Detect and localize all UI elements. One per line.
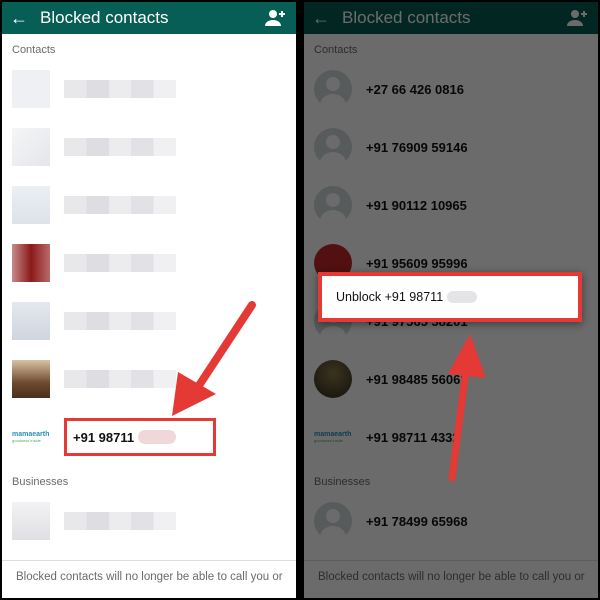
default-avatar-icon bbox=[314, 186, 352, 224]
blurred-contact-name bbox=[64, 196, 176, 214]
contact-number: +91 98485 56062 bbox=[366, 371, 468, 387]
unblock-menu-item[interactable]: Unblock +91 98711 bbox=[318, 272, 582, 322]
screen-title: Blocked contacts bbox=[342, 8, 471, 27]
unblock-label: Unblock +91 98711 bbox=[336, 290, 444, 304]
app-bar: ← Blocked contacts bbox=[304, 2, 598, 34]
default-avatar-icon bbox=[314, 70, 352, 108]
contact-number: +91 98711 4332 bbox=[366, 429, 460, 445]
default-avatar-icon bbox=[314, 128, 352, 166]
contact-number: +27 66 426 0816 bbox=[366, 81, 464, 97]
default-avatar-icon bbox=[314, 502, 352, 540]
add-contact-icon[interactable] bbox=[264, 8, 288, 28]
blurred-contact-name bbox=[64, 80, 176, 98]
blurred-avatar bbox=[12, 70, 50, 108]
contact-number: +91 98711 bbox=[73, 429, 135, 445]
contact-number: +91 95609 95996 bbox=[366, 255, 468, 271]
right-screen: ← Blocked contacts Contacts +27 66 426 0… bbox=[302, 0, 600, 600]
blurred-avatar bbox=[12, 244, 50, 282]
blurred-avatar bbox=[12, 502, 50, 540]
businesses-section-header: Businesses bbox=[12, 476, 69, 488]
blocked-contact-row[interactable]: +91 76909 59146 bbox=[304, 118, 598, 176]
logo-brand-name: mamaearth bbox=[12, 431, 50, 438]
blocked-business-row[interactable] bbox=[2, 492, 296, 550]
blocked-contact-row[interactable] bbox=[2, 118, 296, 176]
blurred-contact-name bbox=[64, 512, 176, 530]
add-contact-icon[interactable] bbox=[566, 8, 590, 28]
footer-note: Blocked contacts will no longer be able … bbox=[2, 560, 296, 598]
screen-title: Blocked contacts bbox=[40, 8, 169, 27]
blurred-contact-name bbox=[64, 254, 176, 272]
app-bar: ← Blocked contacts bbox=[2, 2, 296, 34]
blocked-contact-row[interactable]: +91 98485 56062 bbox=[304, 350, 598, 408]
redacted-digits bbox=[138, 430, 177, 444]
logo-brand-name: mamaearth bbox=[314, 431, 352, 438]
blurred-avatar bbox=[12, 186, 50, 224]
businesses-section-header: Businesses bbox=[314, 476, 371, 488]
contacts-section-header: Contacts bbox=[314, 44, 358, 56]
blurred-contact-name bbox=[64, 370, 176, 388]
contact-number: +91 78499 65968 bbox=[366, 513, 468, 529]
blurred-contact-name bbox=[64, 138, 176, 156]
blocked-contact-row[interactable] bbox=[2, 350, 296, 408]
contact-number: +91 90112 10965 bbox=[366, 197, 467, 213]
blocked-contact-row[interactable]: +27 66 426 0816 bbox=[304, 60, 598, 118]
highlighted-contact-row[interactable]: mamaearth goodness inside +91 98711 bbox=[2, 408, 296, 466]
blocked-contact-row[interactable]: mamaearth goodness inside +91 98711 4332 bbox=[304, 408, 598, 466]
blocked-contact-row[interactable]: +91 90112 10965 bbox=[304, 176, 598, 234]
logo-tagline: goodness inside bbox=[12, 438, 41, 443]
business-logo: mamaearth goodness inside bbox=[314, 418, 356, 456]
left-screen: ← Blocked contacts Contacts mamaearth go… bbox=[0, 0, 298, 600]
contacts-section-header: Contacts bbox=[12, 44, 56, 56]
blurred-avatar bbox=[12, 302, 50, 340]
blurred-avatar bbox=[12, 128, 50, 166]
back-arrow-icon[interactable]: ← bbox=[312, 9, 338, 27]
logo-tagline: goodness inside bbox=[314, 438, 343, 443]
redacted-digits bbox=[447, 291, 478, 303]
highlight-box: +91 98711 bbox=[64, 418, 216, 456]
blurred-avatar bbox=[12, 360, 50, 398]
back-arrow-icon[interactable]: ← bbox=[10, 9, 36, 27]
business-logo: mamaearth goodness inside bbox=[12, 418, 54, 456]
blurred-contact-name bbox=[64, 312, 176, 330]
footer-note: Blocked contacts will no longer be able … bbox=[304, 560, 598, 598]
contact-number: +91 76909 59146 bbox=[366, 139, 468, 155]
blocked-business-row[interactable]: +91 78499 65968 bbox=[304, 492, 598, 550]
blocked-contact-row[interactable] bbox=[2, 60, 296, 118]
blocked-contact-row[interactable] bbox=[2, 176, 296, 234]
contact-avatar bbox=[314, 360, 352, 398]
blocked-contact-row[interactable] bbox=[2, 292, 296, 350]
blocked-contact-row[interactable] bbox=[2, 234, 296, 292]
